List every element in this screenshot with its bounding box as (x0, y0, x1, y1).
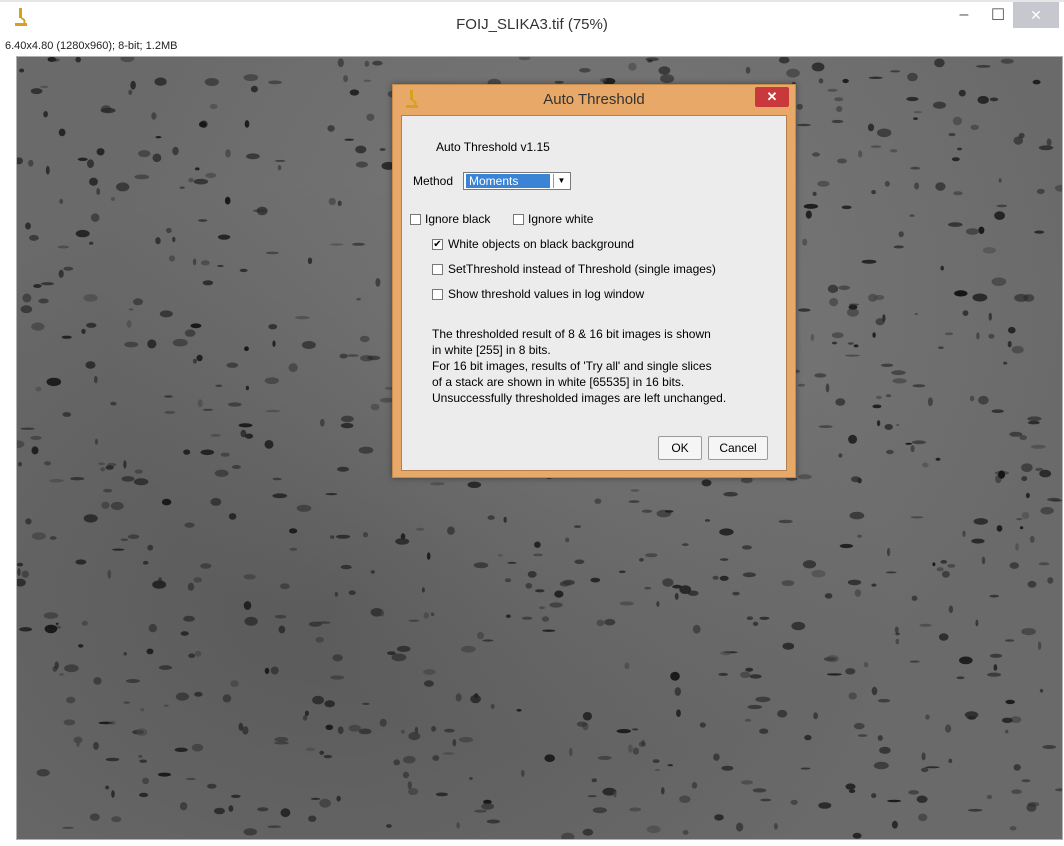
ignore-black-checkbox[interactable] (410, 214, 421, 225)
version-label: Auto Threshold v1.15 (436, 140, 550, 154)
window-title: FOIJ_SLIKA3.tif (75%) (456, 16, 608, 33)
note-line: The thresholded result of 8 & 16 bit ima… (432, 327, 711, 341)
dialog-close-button[interactable]: ✕ (755, 87, 789, 107)
method-dropdown[interactable]: Moments ▼ (463, 172, 571, 190)
chevron-down-icon[interactable]: ▼ (553, 174, 569, 188)
white-objects-checkbox[interactable]: ✔ (432, 239, 443, 250)
window-titlebar: FOIJ_SLIKA3.tif (75%) – ☐ ✕ (0, 0, 1064, 44)
set-threshold-label[interactable]: SetThreshold instead of Threshold (singl… (448, 262, 716, 276)
ignore-black-label[interactable]: Ignore black (425, 212, 490, 226)
cancel-button[interactable]: Cancel (708, 436, 768, 460)
dialog-titlebar[interactable]: Auto Threshold ✕ (393, 85, 795, 113)
method-selected-value: Moments (466, 174, 550, 188)
show-threshold-label[interactable]: Show threshold values in log window (448, 287, 644, 301)
note-line: in white [255] in 8 bits. (432, 343, 551, 357)
dialog-title: Auto Threshold (543, 91, 645, 108)
method-label: Method (413, 174, 454, 188)
maximize-button[interactable]: ☐ (983, 2, 1013, 28)
ok-button[interactable]: OK (658, 436, 702, 460)
auto-threshold-dialog: Auto Threshold ✕ Auto Threshold v1.15 Me… (392, 84, 796, 478)
show-threshold-checkbox[interactable] (432, 289, 443, 300)
note-line: For 16 bit images, results of 'Try all' … (432, 359, 712, 373)
image-info: 6.40x4.80 (1280x960); 8-bit; 1.2MB (5, 40, 178, 52)
note-line: of a stack are shown in white [65535] in… (432, 375, 685, 389)
close-button[interactable]: ✕ (1013, 2, 1059, 28)
ignore-white-checkbox[interactable] (513, 214, 524, 225)
dialog-body: Auto Threshold v1.15 Method Moments ▼ Ig… (401, 115, 787, 471)
ignore-white-label[interactable]: Ignore white (528, 212, 593, 226)
minimize-button[interactable]: – (947, 2, 981, 28)
white-objects-label[interactable]: White objects on black background (448, 237, 634, 251)
set-threshold-checkbox[interactable] (432, 264, 443, 275)
note-line: Unsuccessfully thresholded images are le… (432, 391, 727, 405)
